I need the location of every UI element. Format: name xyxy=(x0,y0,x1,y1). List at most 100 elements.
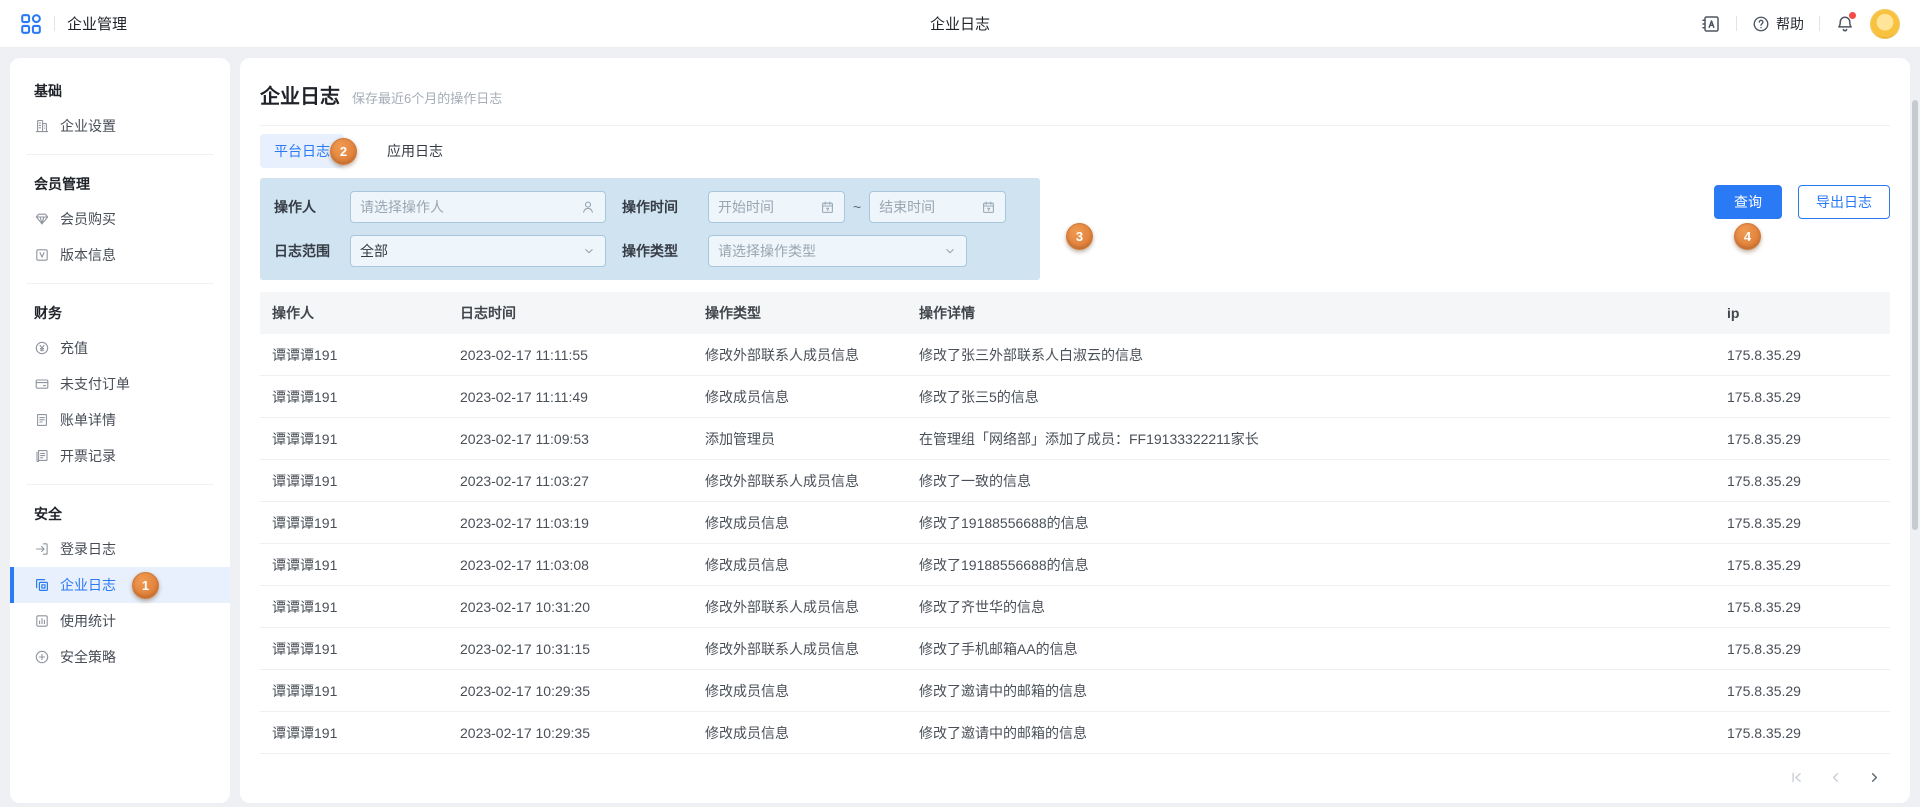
table-row: 谭谭谭191 2023-02-17 11:11:49 修改成员信息 修改了张三5… xyxy=(260,376,1890,418)
export-logs-button[interactable]: 导出日志 xyxy=(1798,185,1890,219)
sidebar-item-unpaid-orders[interactable]: 未支付订单 xyxy=(10,366,230,402)
type-placeholder: 请选择操作类型 xyxy=(718,241,816,261)
sidebar-item-login-logs[interactable]: 登录日志 xyxy=(10,531,230,567)
table-row: 谭谭谭191 2023-02-17 10:31:20 修改外部联系人成员信息 修… xyxy=(260,586,1890,628)
first-page-icon[interactable] xyxy=(1789,770,1804,785)
table-row: 谭谭谭191 2023-02-17 11:09:53 添加管理员 在管理组「网络… xyxy=(260,418,1890,460)
person-icon xyxy=(580,199,596,215)
bell-icon[interactable] xyxy=(1835,14,1855,34)
sidebar-item-label: 使用统计 xyxy=(60,611,116,631)
table-row: 谭谭谭191 2023-02-17 10:29:35 修改成员信息 修改了邀请中… xyxy=(260,670,1890,712)
calendar-icon xyxy=(981,200,996,215)
cell-type: 修改成员信息 xyxy=(693,723,907,743)
type-select[interactable]: 请选择操作类型 xyxy=(708,235,967,267)
address-book-icon[interactable] xyxy=(1701,14,1721,34)
cell-operator: 谭谭谭191 xyxy=(260,471,448,491)
cell-operator: 谭谭谭191 xyxy=(260,345,448,365)
start-time-input[interactable] xyxy=(718,199,814,215)
cell-type: 修改外部联系人成员信息 xyxy=(693,471,907,491)
sidebar-item-label: 版本信息 xyxy=(60,245,116,265)
next-page-icon[interactable] xyxy=(1867,770,1882,785)
main-panel: 企业日志 保存最近6个月的操作日志 平台日志 2 应用日志 操作人 操作时间 xyxy=(240,58,1910,803)
diamond-icon xyxy=(34,211,50,227)
filter-actions: 查询 导出日志 4 xyxy=(1714,185,1890,219)
cell-ip: 175.8.35.29 xyxy=(1715,557,1890,573)
topbar-page-title: 企业日志 xyxy=(0,13,1920,34)
header-divider xyxy=(260,125,1890,126)
end-time-picker[interactable] xyxy=(869,191,1006,223)
cell-type: 修改外部联系人成员信息 xyxy=(693,597,907,617)
cell-time: 2023-02-17 11:03:27 xyxy=(448,473,693,489)
tab-app-logs[interactable]: 应用日志 xyxy=(373,134,457,168)
help-icon xyxy=(1752,15,1770,33)
wallet-icon xyxy=(34,376,50,392)
search-button[interactable]: 查询 xyxy=(1714,185,1782,219)
sidebar-item-version-info[interactable]: 版本信息 xyxy=(10,237,230,273)
sidebar-section-basic: 基础 xyxy=(10,72,230,108)
table-header-row: 操作人 日志时间 操作类型 操作详情 ip xyxy=(260,292,1890,334)
table-row: 谭谭谭191 2023-02-17 10:29:35 修改成员信息 修改了邀请中… xyxy=(260,712,1890,754)
cell-ip: 175.8.35.29 xyxy=(1715,599,1890,615)
cell-ip: 175.8.35.29 xyxy=(1715,389,1890,405)
help-button[interactable]: 帮助 xyxy=(1752,14,1804,34)
topbar-divider xyxy=(54,16,55,31)
table-row: 谭谭谭191 2023-02-17 11:11:55 修改外部联系人成员信息 修… xyxy=(260,334,1890,376)
cell-time: 2023-02-17 11:03:19 xyxy=(448,515,693,531)
scope-label: 日志范围 xyxy=(274,241,336,261)
sidebar-item-recharge[interactable]: 充值 xyxy=(10,330,230,366)
cell-type: 修改成员信息 xyxy=(693,681,907,701)
sidebar-item-security-policy[interactable]: 安全策略 xyxy=(10,639,230,675)
table-row: 谭谭谭191 2023-02-17 11:03:19 修改成员信息 修改了191… xyxy=(260,502,1890,544)
cell-operator: 谭谭谭191 xyxy=(260,387,448,407)
sidebar-item-bill-details[interactable]: 账单详情 xyxy=(10,402,230,438)
cell-detail: 修改了手机邮箱AA的信息 xyxy=(907,639,1715,659)
avatar[interactable] xyxy=(1870,9,1900,39)
cell-detail: 修改了邀请中的邮箱的信息 xyxy=(907,723,1715,743)
prev-page-icon[interactable] xyxy=(1828,770,1843,785)
topbar-divider xyxy=(1736,16,1737,31)
annotation-badge-2: 2 xyxy=(330,138,357,165)
scope-select[interactable]: 全部 xyxy=(350,235,606,267)
cell-time: 2023-02-17 11:11:49 xyxy=(448,389,693,405)
cell-ip: 175.8.35.29 xyxy=(1715,725,1890,741)
cell-detail: 修改了19188556688的信息 xyxy=(907,555,1715,575)
sidebar-item-invoice-records[interactable]: 开票记录 xyxy=(10,438,230,474)
sidebar-item-member-purchase[interactable]: 会员购买 xyxy=(10,201,230,237)
app-grid-icon[interactable] xyxy=(20,13,42,35)
end-time-input[interactable] xyxy=(879,199,975,215)
notification-dot xyxy=(1849,12,1856,19)
cell-detail: 在管理组「网络部」添加了成员：FF19133322211家长 xyxy=(907,429,1715,449)
sidebar-section-security: 安全 xyxy=(10,495,230,531)
table-row: 谭谭谭191 2023-02-17 10:31:15 修改外部联系人成员信息 修… xyxy=(260,628,1890,670)
filter-area: 操作人 操作时间 xyxy=(260,178,1890,280)
cell-ip: 175.8.35.29 xyxy=(1715,515,1890,531)
cell-detail: 修改了邀请中的邮箱的信息 xyxy=(907,681,1715,701)
col-type: 操作类型 xyxy=(693,303,907,323)
cell-detail: 修改了齐世华的信息 xyxy=(907,597,1715,617)
cell-ip: 175.8.35.29 xyxy=(1715,347,1890,363)
operator-input[interactable] xyxy=(360,199,574,215)
help-label: 帮助 xyxy=(1776,14,1804,34)
recharge-icon xyxy=(34,340,50,356)
cell-type: 修改成员信息 xyxy=(693,387,907,407)
cell-detail: 修改了19188556688的信息 xyxy=(907,513,1715,533)
usage-stats-icon xyxy=(34,613,50,629)
tab-bar: 平台日志 2 应用日志 xyxy=(260,134,1890,168)
col-detail: 操作详情 xyxy=(907,303,1715,323)
operator-select[interactable] xyxy=(350,191,606,223)
col-ip: ip xyxy=(1715,305,1890,321)
enterprise-log-icon xyxy=(34,577,50,593)
sidebar-item-usage-stats[interactable]: 使用统计 xyxy=(10,603,230,639)
cell-operator: 谭谭谭191 xyxy=(260,639,448,659)
start-time-picker[interactable] xyxy=(708,191,845,223)
scrollbar-thumb[interactable] xyxy=(1912,100,1918,530)
cell-time: 2023-02-17 11:09:53 xyxy=(448,431,693,447)
cell-detail: 修改了张三外部联系人白淑云的信息 xyxy=(907,345,1715,365)
sidebar-item-company-settings[interactable]: 企业设置 xyxy=(10,108,230,144)
cell-ip: 175.8.35.29 xyxy=(1715,641,1890,657)
cell-type: 修改外部联系人成员信息 xyxy=(693,345,907,365)
sidebar-divider xyxy=(26,283,214,284)
bill-icon xyxy=(34,412,50,428)
sidebar-item-label: 安全策略 xyxy=(60,647,116,667)
sidebar-item-enterprise-logs[interactable]: 企业日志 1 xyxy=(10,567,230,603)
